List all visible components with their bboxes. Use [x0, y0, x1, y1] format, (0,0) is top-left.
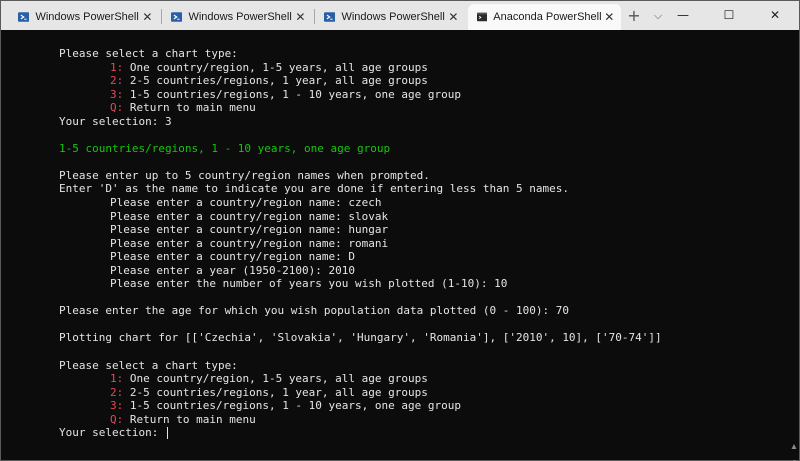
option-text: 2-5 countries/regions, 1 year, all age g… — [123, 385, 428, 399]
option-text: 2-5 countries/regions, 1 year, all age g… — [123, 74, 428, 88]
entry-line: Please enter a country/region name: slov… — [59, 210, 799, 224]
selection-prompt: Your selection: — [59, 426, 165, 440]
menu-prompt: Please select a chart type: — [59, 358, 238, 372]
minimize-button[interactable]: — — [660, 1, 706, 30]
option-text: One country/region, 1-5 years, all age g… — [123, 60, 428, 74]
menu-option-1: 1: One country/region, 1-5 years, all ag… — [59, 61, 799, 75]
powershell-icon — [171, 12, 183, 22]
entry-line: Please enter a country/region name: D — [59, 250, 799, 264]
option-text: One country/region, 1-5 years, all age g… — [123, 372, 428, 386]
terminal-icon — [477, 12, 488, 22]
tab-title: Windows PowerShell — [35, 11, 139, 23]
menu-option-3: 3: 1-5 countries/regions, 1 - 10 years, … — [59, 399, 799, 413]
tab-anaconda-powershell[interactable]: Anaconda PowerShell ✕ — [468, 4, 621, 30]
option-text: 1-5 countries/regions, 1 - 10 years, one… — [123, 87, 462, 101]
close-icon[interactable]: ✕ — [445, 10, 462, 24]
option-text: Return to main menu — [123, 101, 256, 115]
option-text: Return to main menu — [123, 412, 256, 426]
age-prompt-line: Please enter the age for which you wish … — [59, 304, 569, 318]
close-window-button[interactable]: ✕ — [752, 1, 798, 30]
new-tab-button[interactable]: + — [625, 6, 643, 26]
close-icon[interactable]: ✕ — [602, 10, 617, 24]
option-key: 3: — [110, 87, 124, 101]
scroll-up-icon[interactable] — [791, 443, 797, 451]
menu-prompt: Please select a chart type: — [59, 47, 238, 60]
entry-line: Please enter a year (1950-2100): 2010 — [59, 264, 799, 278]
menu-option-3: 3: 1-5 countries/regions, 1 - 10 years, … — [59, 88, 799, 102]
selection-input-line[interactable]: Your selection: — [59, 426, 799, 440]
tab-title: Windows PowerShell — [341, 11, 445, 23]
entry-line: Please enter the number of years you wis… — [59, 277, 799, 291]
menu-option-2: 2: 2-5 countries/regions, 1 year, all ag… — [59, 386, 799, 400]
option-key: 1: — [110, 60, 124, 74]
entry-line: Please enter a country/region name: hung… — [59, 223, 799, 237]
option-key: 2: — [110, 74, 124, 88]
tab-title: Windows PowerShell — [188, 11, 292, 23]
powershell-icon — [18, 12, 30, 22]
instruction-line: Please enter up to 5 country/region name… — [59, 168, 430, 182]
entry-text: Please enter a country/region name: roma… — [110, 236, 389, 250]
option-key: 3: — [110, 399, 124, 413]
entry-line: Please enter a country/region name: roma… — [59, 237, 799, 251]
option-key: Q: — [110, 101, 124, 115]
terminal-window: Windows PowerShell ✕ Windows PowerShell … — [0, 0, 800, 461]
text-cursor — [166, 427, 168, 440]
entry-line: Please enter a country/region name: czec… — [59, 196, 799, 210]
selection-line: Your selection: 3 — [59, 114, 172, 128]
menu-option-1: 1: One country/region, 1-5 years, all ag… — [59, 372, 799, 386]
terminal-output[interactable]: Please select a chart type: 1: One count… — [1, 30, 799, 461]
option-key: 2: — [110, 385, 124, 399]
instruction-line: Enter 'D' as the name to indicate you ar… — [59, 182, 569, 196]
maximize-button[interactable]: ☐ — [706, 1, 752, 30]
menu-option-2: 2: 2-5 countries/regions, 1 year, all ag… — [59, 74, 799, 88]
entry-text: Please enter a year (1950-2100): 2010 — [110, 263, 356, 277]
entry-text: Please enter a country/region name: slov… — [110, 209, 389, 223]
option-text: 1-5 countries/regions, 1 - 10 years, one… — [123, 399, 462, 413]
entry-text: Please enter a country/region name: czec… — [110, 196, 382, 210]
powershell-icon — [324, 12, 336, 22]
tab-windows-powershell-2[interactable]: Windows PowerShell ✕ — [162, 4, 313, 30]
close-icon[interactable]: ✕ — [292, 10, 309, 24]
entry-text: Please enter the number of years you wis… — [110, 277, 508, 291]
menu-option-q: Q: Return to main menu — [59, 101, 799, 115]
entry-text: Please enter a country/region name: hung… — [110, 223, 389, 237]
tab-bar: Windows PowerShell ✕ Windows PowerShell … — [1, 1, 799, 30]
plotting-line: Plotting chart for [['Czechia', 'Slovaki… — [59, 331, 662, 345]
tab-windows-powershell-1[interactable]: Windows PowerShell ✕ — [9, 4, 160, 30]
section-heading: 1-5 countries/regions, 1 - 10 years, one… — [59, 141, 391, 155]
tab-windows-powershell-3[interactable]: Windows PowerShell ✕ — [315, 4, 466, 30]
entry-text: Please enter a country/region name: D — [110, 250, 356, 264]
close-icon[interactable]: ✕ — [139, 10, 156, 24]
option-key: Q: — [110, 412, 124, 426]
tab-title: Anaconda PowerShell — [493, 11, 602, 23]
menu-option-q: Q: Return to main menu — [59, 413, 799, 427]
option-key: 1: — [110, 372, 124, 386]
